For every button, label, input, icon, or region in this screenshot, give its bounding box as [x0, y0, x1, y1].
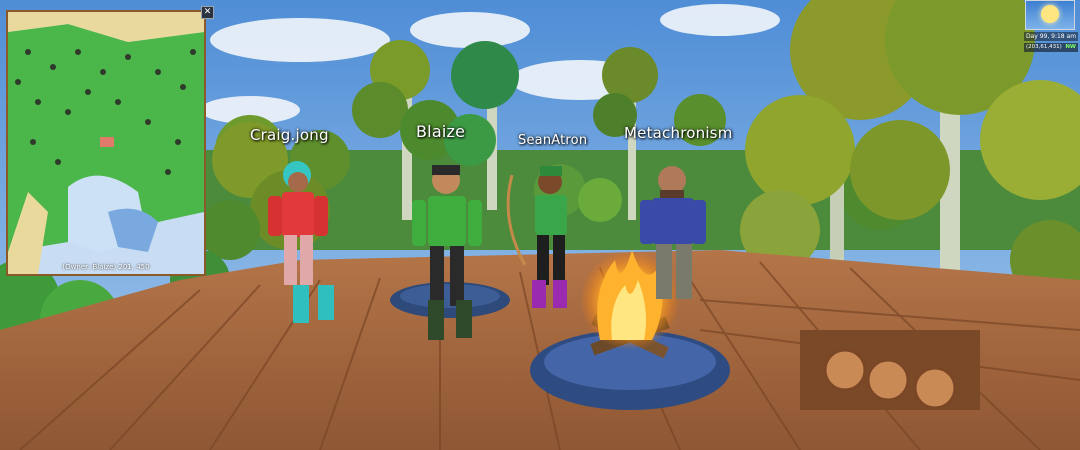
- player-name-craig: Craig.jong: [250, 126, 329, 144]
- time-weather-panel: Day 99, 9:18 am (203,61,431) NW: [1024, 0, 1078, 54]
- weather-frame: [1025, 0, 1075, 30]
- compass-direction: NW: [1065, 44, 1076, 50]
- log-pile: [800, 330, 980, 410]
- sun-icon: [1041, 5, 1059, 23]
- player-name-blaize: Blaize: [416, 122, 466, 141]
- minimap-owner-label: (Owner: Blaize) 201, 450: [62, 263, 150, 271]
- player-position-marker: [100, 137, 114, 147]
- player-name-metachronism: Metachronism: [624, 124, 733, 142]
- player-name-seanatron: SeanAtron: [518, 133, 588, 148]
- day-time-label: Day 99, 9:18 am: [1024, 32, 1078, 41]
- minimap-close-button[interactable]: ✕: [201, 6, 214, 19]
- coordinates-label: (203,61,431): [1026, 44, 1062, 50]
- minimap[interactable]: (Owner: Blaize) 201, 450: [6, 10, 206, 276]
- coordinates-row: (203,61,431) NW: [1024, 43, 1078, 52]
